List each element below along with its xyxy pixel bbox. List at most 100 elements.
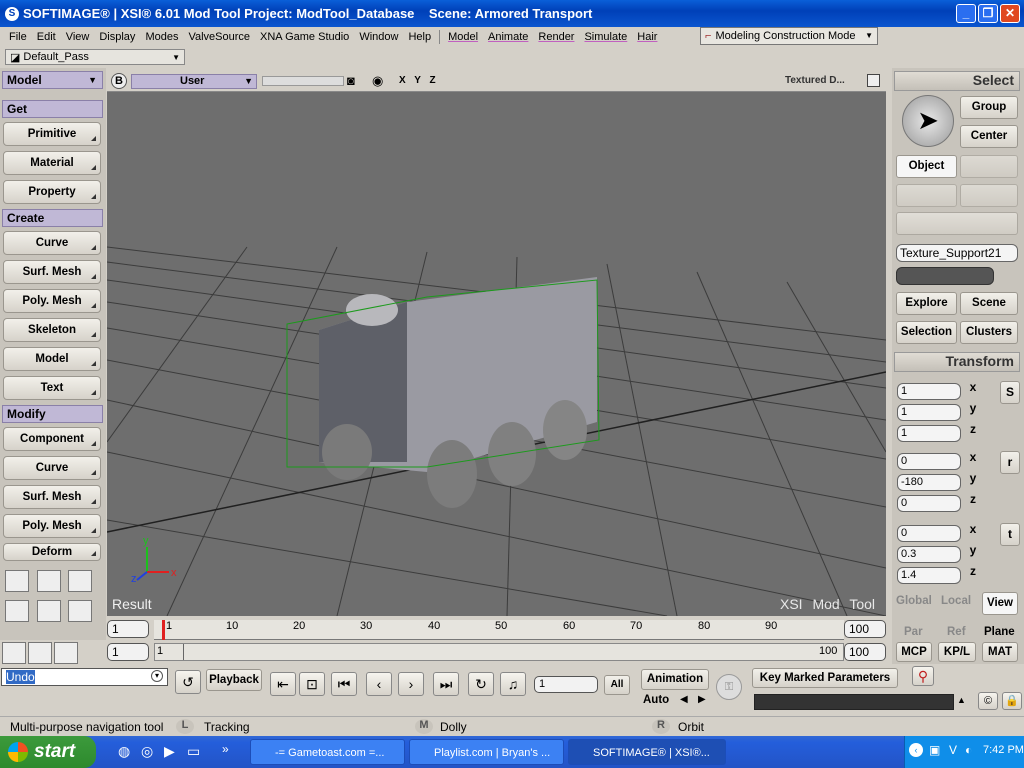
scale-z-label[interactable]: z [965, 422, 981, 436]
menu-help[interactable]: Help [408, 31, 431, 43]
modify-curve-button[interactable]: Curve [3, 456, 101, 480]
menu-window[interactable]: Window [359, 31, 398, 43]
camera-icon[interactable]: ◙ [347, 73, 355, 88]
range-start-field[interactable]: 1 [107, 643, 149, 661]
translate-z-field[interactable]: 1.4 [897, 567, 961, 584]
timeline-ruler[interactable]: 1 10 20 30 40 50 60 70 80 90 [154, 620, 844, 640]
taskbar-gametoast[interactable]: -= Gametoast.com =... [250, 739, 405, 765]
range-end-field[interactable]: 100 [844, 643, 886, 661]
restore-button[interactable]: ❐ [978, 4, 998, 23]
chevron-up-icon[interactable]: ▲ [957, 695, 966, 705]
construction-mode-select[interactable]: ⌐ Modeling Construction Mode ▼ [700, 27, 878, 45]
property-button[interactable]: Property [3, 180, 101, 204]
desktop-quicklaunch-icon[interactable]: ▭ [187, 743, 200, 760]
translate-z-label[interactable]: z [965, 564, 981, 578]
pass-select[interactable]: ◪ Default_Pass ▼ [5, 49, 185, 65]
range-slider[interactable]: 1 100 [154, 643, 844, 661]
rewind-icon[interactable]: ⏮ [331, 672, 357, 696]
messenger-quicklaunch-icon[interactable]: ◎ [141, 743, 153, 760]
modify-surf-mesh-button[interactable]: Surf. Mesh [3, 485, 101, 509]
layout-graph-icon[interactable] [5, 600, 29, 622]
auto-key-button[interactable]: Auto [643, 694, 669, 706]
viewport-toggle-button[interactable]: B [111, 73, 127, 89]
material-button[interactable]: Material [3, 151, 101, 175]
first-frame-icon[interactable]: ⇤ [270, 672, 296, 696]
filter-button[interactable] [896, 184, 957, 207]
object-button[interactable]: Object [896, 155, 957, 178]
menu-view[interactable]: View [66, 31, 90, 43]
menu-xna[interactable]: XNA Game Studio [260, 31, 349, 43]
command-line-field[interactable] [754, 694, 954, 710]
tray-expand-icon[interactable]: ‹ [909, 743, 923, 757]
network-icon[interactable]: ▣ [929, 743, 940, 757]
rotate-button[interactable]: r [1000, 451, 1020, 474]
menu-modes[interactable]: Modes [145, 31, 178, 43]
media-quicklaunch-icon[interactable]: ▶ [164, 743, 175, 760]
loop-icon[interactable]: ↻ [468, 672, 494, 696]
filter-button[interactable] [960, 155, 1018, 178]
rotate-y-field[interactable]: -180 [897, 474, 961, 491]
marked-params-icon[interactable]: ⚲ [912, 666, 934, 686]
all-button[interactable]: All [604, 675, 630, 695]
view-button[interactable]: View [982, 592, 1018, 615]
scale-x-label[interactable]: x [965, 380, 981, 394]
scale-button[interactable]: S [1000, 381, 1020, 404]
create-poly-mesh-button[interactable]: Poly. Mesh [3, 289, 101, 313]
scale-x-field[interactable]: 1 [897, 383, 961, 400]
translate-y-label[interactable]: y [965, 543, 981, 557]
layout-stack-icon[interactable] [68, 600, 92, 622]
local-button[interactable]: Local [941, 595, 979, 607]
refresh-icon[interactable]: © [978, 692, 998, 710]
rotate-x-field[interactable]: 0 [897, 453, 961, 470]
mat-tab[interactable]: MAT [982, 642, 1018, 662]
translate-button[interactable]: t [1000, 523, 1020, 546]
primitive-button[interactable]: Primitive [3, 122, 101, 146]
layout-wave-icon[interactable] [5, 570, 29, 592]
selection-history-field[interactable] [896, 267, 994, 285]
previous-key-icon[interactable]: ⊡ [299, 672, 325, 696]
mcp-tab[interactable]: MCP [896, 642, 932, 662]
minimize-button[interactable]: _ [956, 4, 976, 23]
module-model[interactable]: Model [448, 31, 478, 43]
component-button[interactable]: Component [3, 427, 101, 451]
layout-vertical-icon[interactable] [37, 600, 61, 622]
axis-xyz-label[interactable]: X Y Z [399, 75, 439, 86]
step-back-icon[interactable]: ‹ [366, 672, 392, 696]
global-button[interactable]: Global [896, 595, 934, 607]
playhead-marker[interactable] [162, 620, 165, 640]
tool-nodes-icon[interactable] [2, 642, 26, 664]
par-button[interactable]: Par [904, 626, 923, 638]
scene-canvas[interactable]: y x z [107, 92, 886, 616]
group-button[interactable]: Group [960, 96, 1018, 119]
translate-x-label[interactable]: x [965, 522, 981, 536]
menu-valvesource[interactable]: ValveSource [188, 31, 250, 43]
center-button[interactable]: Center [960, 125, 1018, 148]
explore-button[interactable]: Explore [896, 292, 957, 315]
rotate-z-label[interactable]: z [965, 492, 981, 506]
timeline-start-field[interactable]: 1 [107, 620, 149, 638]
rotate-y-label[interactable]: y [965, 471, 981, 485]
fast-forward-icon[interactable]: ⏭ [433, 672, 459, 696]
audio-icon[interactable]: ♫ [500, 672, 526, 696]
quicklaunch-chevron-icon[interactable]: » [222, 742, 229, 756]
kpl-tab[interactable]: KP/L [938, 642, 976, 662]
firefox-quicklaunch-icon[interactable]: ◍ [118, 743, 130, 760]
module-animate[interactable]: Animate [488, 31, 528, 43]
plane-button[interactable]: Plane [984, 626, 1015, 638]
playback-loop-icon[interactable]: ↺ [175, 670, 201, 694]
start-button[interactable]: start [0, 736, 96, 768]
timeline-end-field[interactable]: 100 [844, 620, 886, 638]
range-handle-left[interactable] [183, 644, 184, 660]
selection-button[interactable]: Selection [896, 321, 957, 344]
translate-y-field[interactable]: 0.3 [897, 546, 961, 563]
layout-quad-icon[interactable] [68, 570, 92, 592]
security-icon[interactable]: ◐ [965, 743, 972, 757]
volume-icon[interactable]: V [949, 743, 957, 757]
menu-file[interactable]: File [9, 31, 27, 43]
current-frame-field[interactable]: 1 [534, 676, 598, 693]
text-button[interactable]: Text [3, 376, 101, 400]
maximize-viewport-icon[interactable] [867, 74, 880, 87]
scale-y-label[interactable]: y [965, 401, 981, 415]
next-key-arrow-icon[interactable]: ▶ [698, 694, 706, 705]
rotate-x-label[interactable]: x [965, 450, 981, 464]
